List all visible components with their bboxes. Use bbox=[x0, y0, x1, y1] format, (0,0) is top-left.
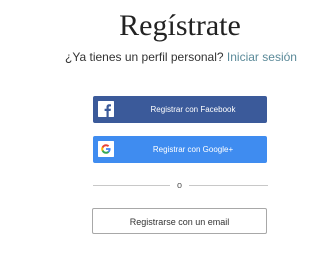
facebook-signup-button[interactable]: Registrar con Facebook bbox=[93, 96, 267, 123]
login-prompt-text: ¿Ya tienes un perfil personal? bbox=[65, 50, 224, 64]
facebook-signup-label: Registrar con Facebook bbox=[150, 105, 236, 114]
divider-text: o bbox=[176, 180, 182, 190]
divider-line-right bbox=[189, 185, 268, 186]
divider-line-left bbox=[93, 185, 170, 186]
login-link[interactable]: Iniciar sesión bbox=[227, 50, 297, 64]
email-signup-button[interactable]: Registrarse con un email bbox=[92, 208, 267, 234]
google-signup-label: Registrar con Google+ bbox=[152, 145, 234, 154]
google-signup-button[interactable]: Registrar con Google+ bbox=[93, 136, 267, 163]
page-title: Regístrate bbox=[119, 9, 241, 42]
login-prompt: ¿Ya tienes un perfil personal? Iniciar s… bbox=[0, 49, 328, 65]
facebook-icon bbox=[98, 101, 114, 117]
google-icon bbox=[98, 141, 114, 157]
signup-page: Regístrate ¿Ya tienes un perfil personal… bbox=[0, 0, 328, 253]
